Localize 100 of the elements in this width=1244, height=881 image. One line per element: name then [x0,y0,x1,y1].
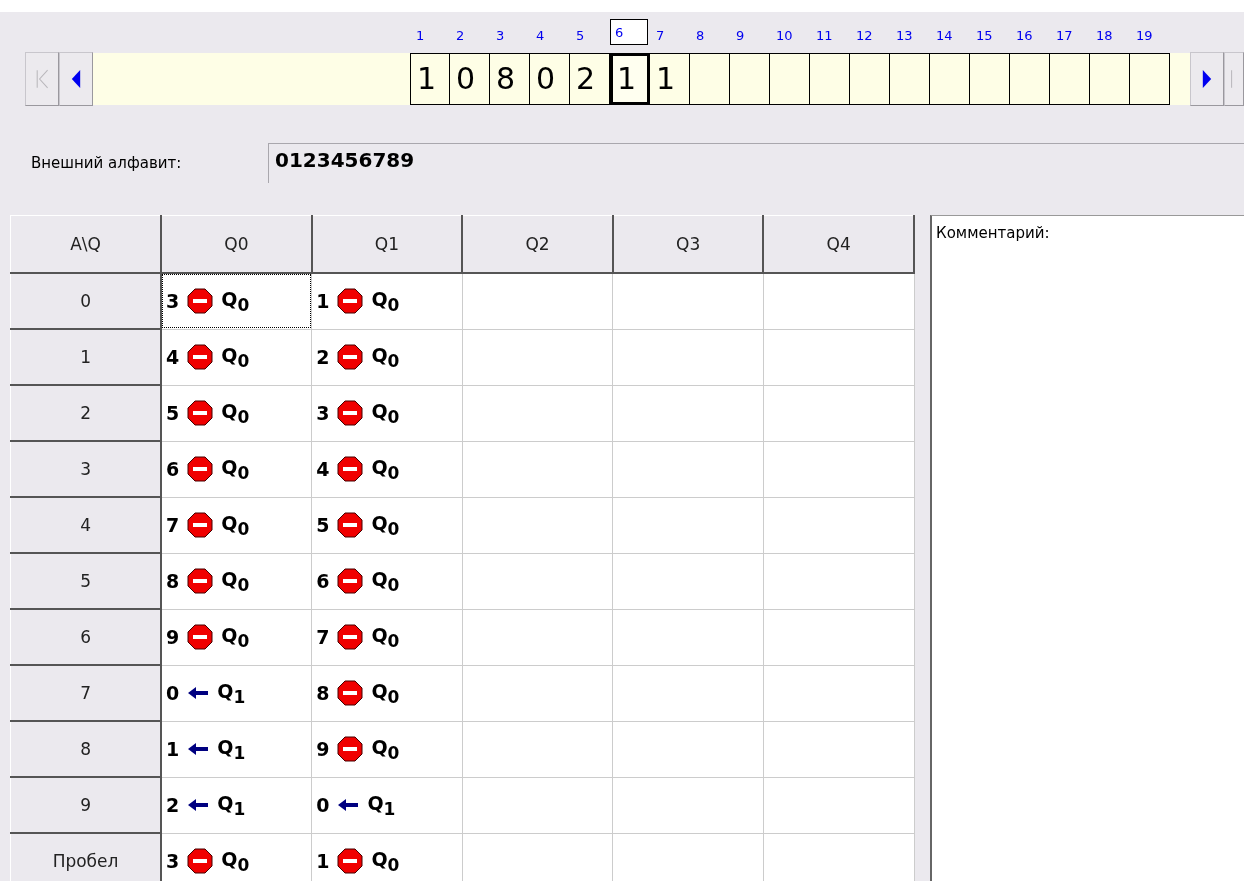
table-cell[interactable] [462,329,613,385]
table-cell[interactable] [763,833,914,881]
table-cell[interactable] [763,665,914,721]
tape-cell[interactable] [890,53,930,105]
table-cell[interactable] [462,272,613,329]
state-label: Q$_{0}$ [371,567,400,595]
tape-cell[interactable]: 0 [530,53,570,105]
table-cell[interactable]: 3 Q$_{0}$ [161,272,312,329]
write-symbol: 1 [166,738,180,760]
cell-number: 19 [1136,27,1153,45]
table-cell[interactable] [612,833,764,881]
state-label: Q$_{0}$ [371,847,400,875]
tape-cell[interactable] [970,53,1010,105]
table-cell[interactable]: 2 Q$_{1}$ [161,777,312,833]
table-cell[interactable] [462,833,613,881]
table-cell[interactable]: 1 Q$_{0}$ [311,833,463,881]
write-symbol: 9 [166,626,180,648]
comment-panel[interactable]: Комментарий: [930,215,1244,881]
table-cell[interactable] [462,385,613,441]
tape-cell[interactable] [730,53,770,105]
table-cell[interactable] [612,553,764,609]
table-cell[interactable] [763,441,914,497]
previous-button[interactable] [59,52,93,106]
tape-cell[interactable]: 8 [490,53,530,105]
table-cell[interactable]: 8 Q$_{0}$ [161,553,312,609]
table-cell[interactable] [763,777,914,833]
table-cell[interactable]: 9 Q$_{0}$ [161,609,312,665]
write-symbol: 0 [316,794,330,816]
tape-cell[interactable] [1090,53,1130,105]
table-cell[interactable]: 5 Q$_{0}$ [161,385,312,441]
table-cell[interactable]: 4 Q$_{0}$ [161,329,312,385]
write-symbol: 8 [316,682,330,704]
table-cell[interactable] [763,272,914,329]
tape-cell[interactable] [1010,53,1050,105]
table-cell[interactable] [612,609,764,665]
tape-cell[interactable]: 1 [650,53,690,105]
column-header: Q3 [612,215,764,273]
table-cell[interactable] [462,497,613,553]
table-cell[interactable]: 5 Q$_{0}$ [311,497,463,553]
table-cell[interactable] [612,272,764,329]
tape-cell[interactable]: 2 [570,53,610,105]
write-symbol: 4 [166,346,180,368]
table-cell[interactable]: 6 Q$_{0}$ [311,553,463,609]
table-cell[interactable] [462,441,613,497]
table-cell[interactable] [462,721,613,777]
table-cell[interactable] [612,441,764,497]
table-cell[interactable]: 3 Q$_{0}$ [161,833,312,881]
corner-header: A\Q [10,215,162,273]
table-cell[interactable] [763,385,914,441]
table-cell[interactable] [763,609,914,665]
cell-number: 1 [416,27,425,45]
left-arrow-icon [337,798,360,812]
table-cell[interactable] [763,497,914,553]
table-cell[interactable]: 8 Q$_{0}$ [311,665,463,721]
table-cell[interactable]: 0 Q$_{1}$ [311,777,463,833]
table-cell[interactable]: 6 Q$_{0}$ [161,441,312,497]
table-cell[interactable]: 1 Q$_{1}$ [161,721,312,777]
table-cell[interactable] [612,497,764,553]
stop-sign-icon [337,512,364,538]
row-header: 7 [10,665,162,721]
state-label: Q$_{0}$ [221,567,250,595]
table-cell[interactable]: 2 Q$_{0}$ [311,329,463,385]
table-cell[interactable] [763,721,914,777]
column-header: Q0 [161,215,312,273]
stop-sign-icon [187,848,214,874]
table-cell[interactable] [763,553,914,609]
table-cell[interactable]: 1 Q$_{0}$ [311,272,463,329]
table-cell[interactable] [612,385,764,441]
stop-sign-icon [187,456,214,482]
tape-cell[interactable] [930,53,970,105]
cell-number: 17 [1056,27,1073,45]
tape-cell[interactable]: 1 [410,53,450,105]
table-cell[interactable] [612,329,764,385]
table-cell[interactable]: 7 Q$_{0}$ [311,609,463,665]
table-cell[interactable] [462,777,613,833]
table-cell[interactable]: 7 Q$_{0}$ [161,497,312,553]
tape-cell[interactable]: 1 [610,53,650,105]
state-label: Q$_{0}$ [221,399,250,427]
table-cell[interactable] [462,665,613,721]
table-cell[interactable]: 0 Q$_{1}$ [161,665,312,721]
tape-cell[interactable]: 0 [450,53,490,105]
tape-cell[interactable] [1050,53,1090,105]
tape-cell[interactable] [850,53,890,105]
table-cell[interactable]: 9 Q$_{0}$ [311,721,463,777]
tape-cell[interactable] [810,53,850,105]
state-label: Q$_{0}$ [221,455,250,483]
table-cell[interactable] [462,553,613,609]
table-cell[interactable] [763,329,914,385]
tape-cell[interactable] [1130,53,1170,105]
table-cell[interactable] [612,777,764,833]
table-cell[interactable] [612,721,764,777]
tape-cell[interactable] [770,53,810,105]
table-cell[interactable]: 3 Q$_{0}$ [311,385,463,441]
table-cell[interactable] [462,609,613,665]
table-cell[interactable] [612,665,764,721]
next-button[interactable] [1190,52,1224,106]
table-cell[interactable]: 4 Q$_{0}$ [311,441,463,497]
alphabet-field[interactable]: 0123456789 [268,143,1244,183]
tape-cell[interactable] [690,53,730,105]
stop-sign-icon [187,512,214,538]
